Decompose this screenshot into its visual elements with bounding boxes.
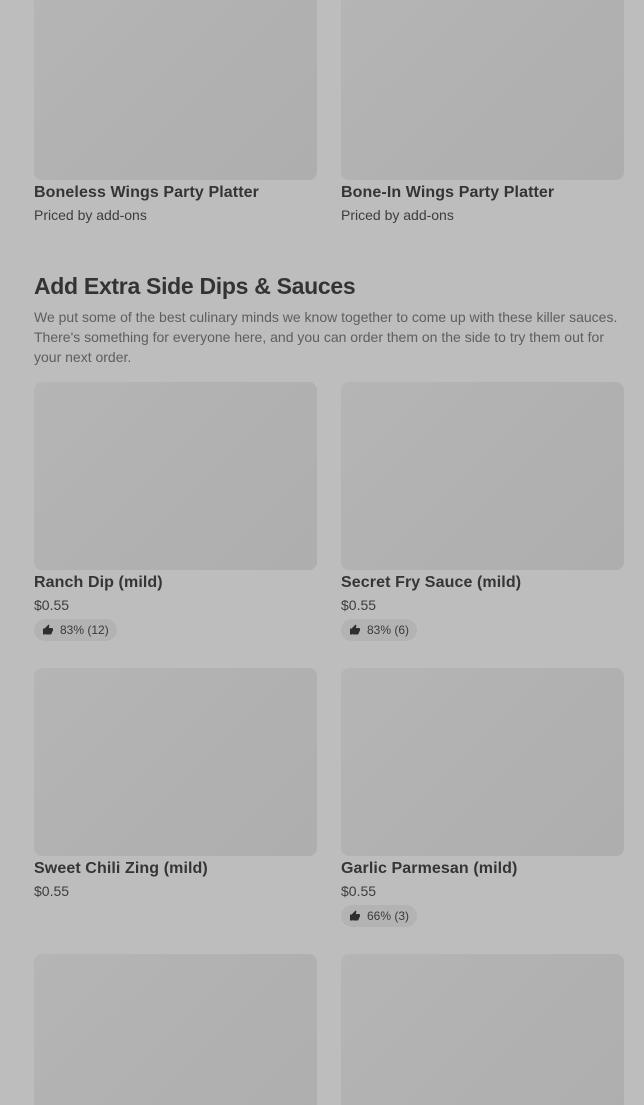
thumbs-up-icon	[350, 624, 360, 635]
platter-card-bone-in[interactable]: Bone-In Wings Party Platter Priced by ad…	[341, 0, 624, 223]
rating-badge: 83% (12)	[34, 619, 117, 641]
item-image[interactable]	[341, 0, 624, 180]
item-name: Garlic Parmesan (mild)	[341, 860, 518, 877]
menu-item-ranch-dip[interactable]: Ranch Dip (mild) $0.55 83% (12)	[34, 382, 317, 641]
item-price: $0.55	[341, 883, 377, 899]
rating-text: 83% (12)	[60, 623, 109, 637]
item-image[interactable]	[341, 954, 624, 1105]
item-image[interactable]	[341, 668, 624, 856]
menu-item-garlic-parmesan[interactable]: Garlic Parmesan (mild) $0.55 66% (3)	[341, 668, 624, 927]
item-name: Boneless Wings Party Platter	[34, 184, 259, 201]
item-name: Ranch Dip (mild)	[34, 574, 163, 591]
item-image[interactable]	[34, 954, 317, 1105]
menu-item-secret-fry-sauce[interactable]: Secret Fry Sauce (mild) $0.55 83% (6)	[341, 382, 624, 641]
rating-text: 66% (3)	[367, 909, 410, 923]
rating-badge: 83% (6)	[341, 619, 418, 641]
item-price: $0.55	[34, 883, 70, 899]
menu-item-card[interactable]	[341, 954, 624, 1105]
rating-badge: 66% (3)	[341, 905, 418, 927]
item-price: $0.55	[34, 597, 70, 613]
item-price: $0.55	[341, 597, 377, 613]
menu-item-card[interactable]	[34, 954, 317, 1105]
section-description: We put some of the best culinary minds w…	[34, 309, 618, 365]
item-image[interactable]	[34, 668, 317, 856]
platter-card-boneless[interactable]: Boneless Wings Party Platter Priced by a…	[34, 0, 317, 223]
item-name: Sweet Chili Zing (mild)	[34, 860, 208, 877]
thumbs-up-icon	[350, 910, 360, 921]
item-price: Priced by add-ons	[341, 207, 454, 223]
menu-page: Boneless Wings Party Platter Priced by a…	[0, 0, 644, 1105]
menu-item-sweet-chili-zing[interactable]: Sweet Chili Zing (mild) $0.55	[34, 668, 317, 899]
item-image[interactable]	[34, 382, 317, 570]
item-image[interactable]	[341, 382, 624, 570]
thumbs-up-icon	[43, 624, 53, 635]
item-name: Secret Fry Sauce (mild)	[341, 574, 522, 591]
item-image[interactable]	[34, 0, 317, 180]
item-name: Bone-In Wings Party Platter	[341, 184, 555, 201]
rating-text: 83% (6)	[367, 623, 410, 637]
section-title: Add Extra Side Dips & Sauces	[34, 273, 356, 299]
item-price: Priced by add-ons	[34, 207, 147, 223]
